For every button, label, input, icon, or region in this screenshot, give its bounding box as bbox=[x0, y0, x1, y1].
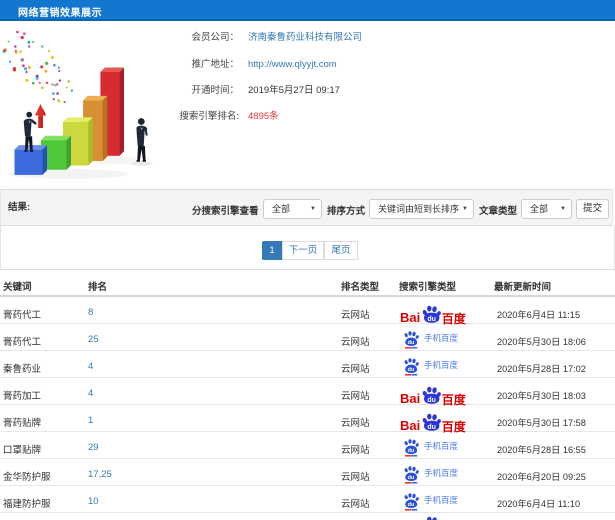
svg-text:手机百度: 手机百度 bbox=[424, 333, 459, 343]
svg-text:du: du bbox=[408, 340, 415, 346]
svg-text:du: du bbox=[408, 448, 415, 454]
svg-text:手机百度: 手机百度 bbox=[424, 468, 459, 478]
svg-text:du: du bbox=[408, 475, 415, 481]
svg-text:手机百度: 手机百度 bbox=[424, 360, 459, 370]
svg-text:du: du bbox=[427, 316, 436, 323]
svg-text:手机百度: 手机百度 bbox=[424, 441, 459, 451]
svg-text:du: du bbox=[408, 367, 415, 373]
svg-text:手机百度: 手机百度 bbox=[424, 495, 459, 505]
svg-text:Bai: Bai bbox=[400, 310, 420, 325]
svg-text:du: du bbox=[408, 502, 415, 508]
svg-text:du: du bbox=[427, 397, 436, 404]
svg-text:du: du bbox=[427, 424, 436, 431]
svg-text:Bai: Bai bbox=[400, 418, 420, 433]
svg-text:Bai: Bai bbox=[400, 391, 420, 406]
